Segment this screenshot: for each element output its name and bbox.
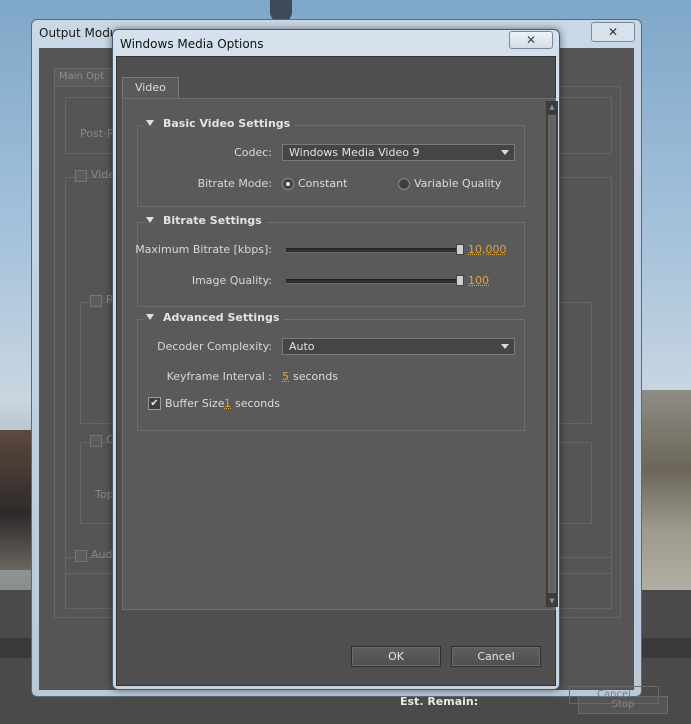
decoder-complexity-label: Decoder Complexity: xyxy=(157,340,272,353)
dialog-title: Windows Media Options xyxy=(120,37,264,51)
close-icon: ✕ xyxy=(607,25,619,39)
crop-top-label: Top xyxy=(95,488,114,501)
collapse-triangle-icon xyxy=(146,120,154,126)
variable-quality-radio-label: Variable Quality xyxy=(414,177,502,190)
basic-video-settings-header[interactable]: Basic Video Settings xyxy=(144,117,295,130)
resize-checkbox[interactable] xyxy=(90,295,102,307)
bitrate-settings-title: Bitrate Settings xyxy=(163,214,262,227)
codec-dropdown[interactable]: Windows Media Video 9 xyxy=(282,144,515,161)
checkmark-icon: ✔ xyxy=(150,398,159,409)
codec-label: Codec: xyxy=(234,146,272,159)
chevron-down-icon xyxy=(501,150,509,155)
max-bitrate-slider[interactable] xyxy=(286,248,460,253)
image-quality-slider[interactable] xyxy=(286,279,460,284)
scroll-down-arrow-icon[interactable]: ▼ xyxy=(548,597,556,605)
vertical-scrollbar[interactable]: ▲ ▼ xyxy=(546,101,558,607)
advanced-settings-section: Advanced Settings Decoder Complexity: Au… xyxy=(137,311,525,431)
buffer-size-label: Buffer Size xyxy=(165,397,225,410)
max-bitrate-label: Maximum Bitrate [kbps]: xyxy=(135,243,272,256)
dialog-close-button[interactable]: ✕ xyxy=(509,31,553,49)
collapse-triangle-icon xyxy=(146,217,154,223)
codec-value: Windows Media Video 9 xyxy=(289,146,420,159)
output-module-title: Output Modu xyxy=(39,26,118,40)
constant-radio-label: Constant xyxy=(298,177,348,190)
audio-output-checkbox[interactable] xyxy=(75,550,87,562)
scrollbar-thumb[interactable] xyxy=(548,115,556,593)
keyframe-interval-unit: seconds xyxy=(293,370,338,383)
max-bitrate-slider-thumb[interactable] xyxy=(456,244,464,255)
tab-video[interactable]: Video xyxy=(122,77,179,98)
variable-quality-radio[interactable] xyxy=(398,178,410,190)
bitrate-mode-label: Bitrate Mode: xyxy=(197,177,272,190)
advanced-settings-header[interactable]: Advanced Settings xyxy=(144,311,284,324)
image-quality-value[interactable]: 100 xyxy=(468,274,489,287)
image-quality-label: Image Quality: xyxy=(191,274,272,287)
bitrate-settings-header[interactable]: Bitrate Settings xyxy=(144,214,266,227)
buffer-size-value[interactable]: 1 xyxy=(224,397,231,410)
video-tab-panel: Basic Video Settings Codec: Windows Medi… xyxy=(122,98,558,610)
video-output-checkbox[interactable] xyxy=(75,170,87,182)
constant-radio[interactable] xyxy=(282,178,294,190)
buffer-size-unit: seconds xyxy=(235,397,280,410)
keyframe-interval-label: Keyframe Interval : xyxy=(166,370,272,383)
tab-main-options[interactable]: Main Opt xyxy=(54,68,114,86)
basic-video-settings-section: Basic Video Settings Codec: Windows Medi… xyxy=(137,117,525,207)
max-bitrate-value[interactable]: 10,000 xyxy=(468,243,507,256)
dialog-body: Video Basic Video Settings Codec: Window… xyxy=(116,56,558,686)
advanced-settings-title: Advanced Settings xyxy=(163,311,280,324)
chevron-down-icon xyxy=(501,344,509,349)
decoder-complexity-dropdown[interactable]: Auto xyxy=(282,338,515,355)
scroll-up-arrow-icon[interactable]: ▲ xyxy=(548,103,556,111)
keyframe-interval-value[interactable]: 5 xyxy=(282,370,289,383)
output-module-cancel-button[interactable]: Cancel xyxy=(569,686,659,704)
image-quality-slider-thumb[interactable] xyxy=(456,275,464,286)
collapse-triangle-icon xyxy=(146,314,154,320)
post-render-label: Post-R xyxy=(80,127,115,140)
windows-media-options-dialog: Windows Media Options ✕ Video Basic Vide… xyxy=(112,29,560,690)
close-icon: ✕ xyxy=(525,33,537,47)
basic-video-settings-title: Basic Video Settings xyxy=(163,117,291,130)
cancel-button[interactable]: Cancel xyxy=(451,646,541,667)
bitrate-settings-section: Bitrate Settings Maximum Bitrate [kbps]:… xyxy=(135,214,525,307)
crowd-right xyxy=(641,390,691,590)
crop-checkbox[interactable] xyxy=(90,435,102,447)
output-module-close-button[interactable]: ✕ xyxy=(591,22,635,42)
decoder-complexity-value: Auto xyxy=(289,340,315,353)
ok-button[interactable]: OK xyxy=(351,646,441,667)
buffer-size-checkbox[interactable]: ✔ xyxy=(148,397,161,410)
